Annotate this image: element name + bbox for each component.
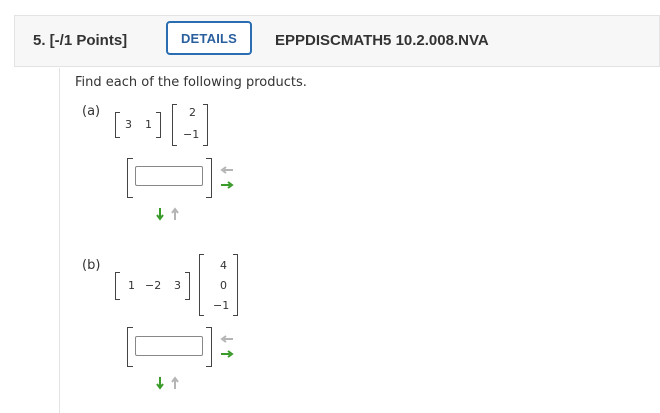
add-row-arrow-icon[interactable] [155, 207, 165, 221]
part-b-row-left-bracket [115, 272, 120, 300]
add-column-arrow-icon[interactable] [220, 180, 234, 190]
part-a-row-left-bracket [115, 112, 120, 138]
part-b-label: (b) [82, 258, 101, 273]
part-b-col-entry: 4 [220, 259, 227, 272]
part-a-answer-left-bracket [127, 158, 133, 198]
part-b-col-left-bracket [199, 254, 204, 316]
part-a-row-entry: 1 [145, 118, 152, 131]
remove-row-arrow-icon[interactable] [170, 376, 180, 390]
details-button[interactable]: DETAILS [166, 21, 252, 55]
part-b-col-entry: −1 [213, 299, 230, 312]
question-header: 5. [-/1 Points] DETAILS EPPDISCMATH5 10.… [14, 15, 660, 67]
remove-column-arrow-icon[interactable] [220, 165, 234, 175]
part-b-col-entry: 0 [220, 279, 227, 292]
part-b-row-entry: −2 [145, 279, 162, 292]
part-b-answer-left-bracket [127, 327, 133, 367]
remove-row-arrow-icon[interactable] [170, 207, 180, 221]
part-b-answer-right-bracket [206, 327, 212, 367]
add-row-arrow-icon[interactable] [155, 376, 165, 390]
part-a-col-right-bracket [203, 104, 208, 146]
part-a-label: (a) [82, 104, 101, 119]
part-b-row-right-bracket [185, 272, 190, 300]
part-a-answer-right-bracket [206, 158, 212, 198]
part-a-col-entry: 2 [189, 106, 196, 119]
part-a-col-left-bracket [172, 104, 177, 146]
part-b-row-entry: 3 [174, 279, 181, 292]
question-id: EPPDISCMATH5 10.2.008.NVA [275, 32, 489, 49]
part-b-col-right-bracket [233, 254, 238, 316]
part-b-answer-box[interactable] [135, 336, 203, 357]
part-a-row-right-bracket [156, 112, 161, 138]
part-a-col-entry: −1 [183, 128, 200, 141]
part-a-answer-input[interactable] [136, 169, 202, 187]
part-b-row-entry: 1 [128, 279, 135, 292]
part-b-answer-input[interactable] [136, 339, 202, 357]
part-a-row-entry: 3 [125, 118, 132, 131]
question-number: 5. [-/1 Points] [33, 32, 128, 49]
part-a-answer-box[interactable] [135, 166, 203, 187]
remove-column-arrow-icon[interactable] [220, 334, 234, 344]
instruction-text: Find each of the following products. [75, 75, 307, 90]
add-column-arrow-icon[interactable] [220, 349, 234, 359]
